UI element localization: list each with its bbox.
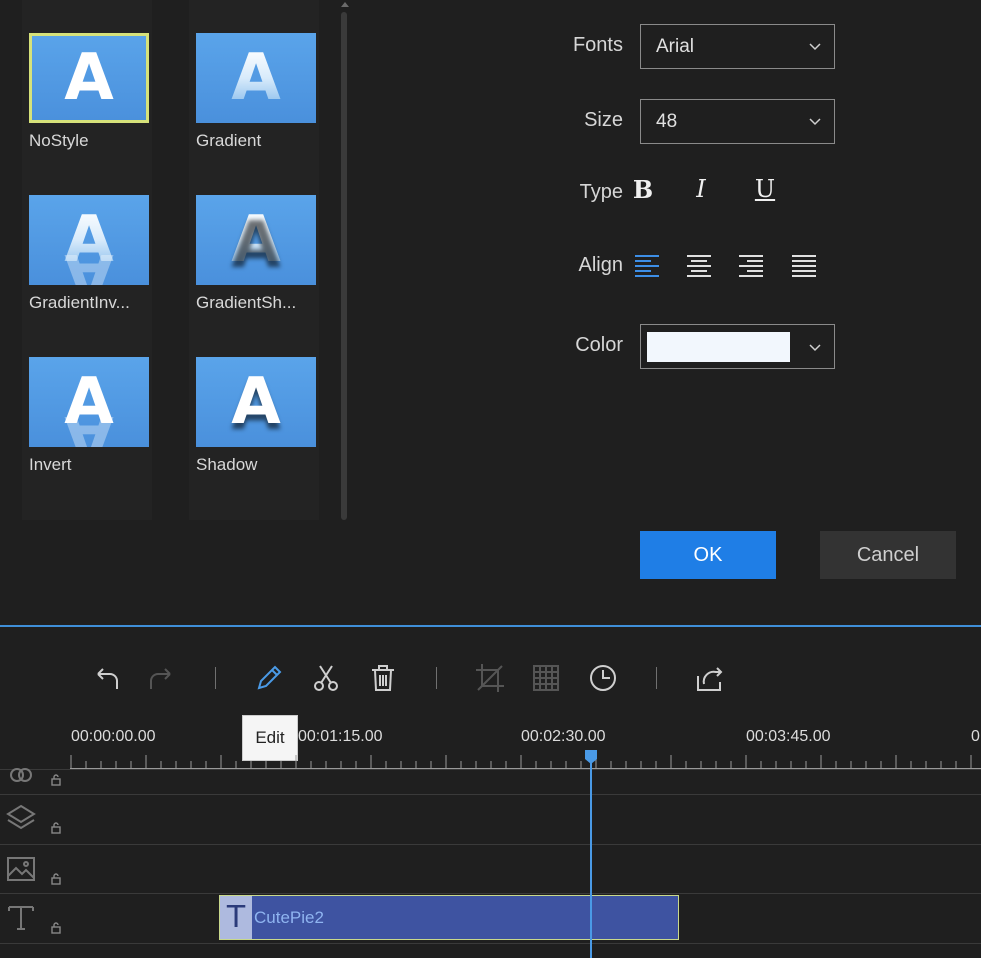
image-track[interactable]: [0, 844, 981, 893]
color-label: Color: [575, 334, 623, 356]
style-label: Shadow: [196, 455, 258, 474]
overlay-track[interactable]: [0, 794, 981, 844]
timecode-label: 00:00:00.00: [71, 728, 156, 745]
size-select-value: 48: [656, 110, 678, 132]
align-right-icon[interactable]: [738, 252, 764, 278]
size-label: Size: [584, 109, 623, 131]
text-track-icon: [8, 906, 34, 930]
style-label: NoStyle: [29, 131, 89, 150]
text-clip[interactable]: T CutePie2: [219, 895, 679, 940]
cut-icon[interactable]: [310, 662, 342, 694]
style-list-scrollbar[interactable]: [341, 12, 347, 520]
style-label: GradientInv...: [29, 293, 130, 312]
letter-a-gradient-icon: A: [196, 33, 316, 123]
timeline-panel: Edit 00:00:00.00 00:01:15.00 00:02:30.00…: [0, 627, 981, 958]
timeline-ruler[interactable]: [70, 755, 981, 769]
align-center-icon[interactable]: [686, 252, 712, 278]
font-select[interactable]: Arial: [640, 24, 835, 69]
letter-a-gradient-shadow-icon: A: [196, 195, 316, 285]
color-picker[interactable]: [640, 324, 835, 369]
style-label: GradientSh...: [196, 293, 297, 312]
style-tile-shadow[interactable]: A Shadow: [196, 357, 318, 475]
style-label: Invert: [29, 455, 72, 474]
thumb-glyph-reflection: A: [64, 239, 114, 285]
style-tile-gradient-shadow[interactable]: A GradientSh...: [196, 195, 318, 313]
toolbar-separator: [656, 667, 657, 689]
size-select[interactable]: 48: [640, 99, 835, 144]
fonts-label: Fonts: [572, 34, 623, 56]
toolbar-separator: [436, 667, 437, 689]
type-label: Type: [579, 181, 623, 203]
playhead-handle[interactable]: [584, 749, 598, 765]
lock-icon[interactable]: [50, 822, 62, 834]
lock-icon[interactable]: [50, 873, 62, 885]
text-style-panel: A NoStyle A Gradient A A GradientInv... …: [0, 0, 981, 625]
undo-icon[interactable]: [90, 662, 122, 694]
edit-icon[interactable]: [253, 662, 285, 694]
bold-button[interactable]: B: [628, 175, 658, 205]
text-clip-icon: T: [220, 896, 252, 939]
style-tile-gradient-invert[interactable]: A A GradientInv...: [29, 195, 151, 313]
effect-track[interactable]: [0, 768, 981, 794]
timecode-label: 00:01:15.00: [298, 728, 383, 745]
duration-icon[interactable]: [587, 662, 619, 694]
letter-a-plain-icon: A: [29, 33, 149, 123]
toolbar-separator: [215, 667, 216, 689]
italic-button[interactable]: I: [686, 175, 716, 205]
letter-a-shadow-icon: A: [196, 357, 316, 447]
chevron-down-icon: [809, 118, 821, 126]
timecode-label: 0: [971, 728, 980, 745]
style-tile-invert[interactable]: A A Invert: [29, 357, 151, 475]
mosaic-icon: [533, 665, 559, 691]
export-icon[interactable]: [694, 662, 726, 694]
align-justify-icon[interactable]: [791, 252, 817, 278]
lock-icon[interactable]: [50, 774, 62, 786]
timecode-label: 00:02:30.00: [521, 728, 606, 745]
thumb-glyph-reflection: A: [64, 401, 114, 447]
thumb-glyph: A: [231, 203, 281, 277]
redo-icon: [150, 668, 171, 689]
cancel-button[interactable]: Cancel: [820, 531, 956, 579]
color-swatch: [647, 331, 790, 362]
chevron-down-icon: [809, 43, 821, 51]
ok-button[interactable]: OK: [640, 531, 776, 579]
align-left-icon[interactable]: [634, 252, 660, 278]
style-tile-gradient[interactable]: A Gradient: [196, 33, 318, 151]
effect-track-icon: [10, 768, 32, 782]
image-track-icon: [7, 857, 35, 881]
underline-button[interactable]: U: [750, 175, 780, 205]
font-select-value: Arial: [656, 35, 695, 57]
letter-a-invert-icon: A A: [29, 357, 149, 447]
playhead[interactable]: [590, 757, 592, 958]
lock-icon[interactable]: [50, 922, 62, 934]
crop-icon: [476, 664, 504, 692]
scroll-up-arrow-icon[interactable]: [340, 0, 350, 8]
chevron-down-icon: [809, 344, 821, 352]
delete-icon[interactable]: [367, 662, 399, 694]
thumb-glyph: A: [64, 41, 114, 115]
align-label: Align: [578, 254, 623, 276]
style-label: Gradient: [196, 131, 262, 150]
letter-a-gradient-invert-icon: A A: [29, 195, 149, 285]
thumb-glyph: A: [231, 365, 281, 439]
timecode-label: 00:03:45.00: [746, 728, 831, 745]
style-tile-nostyle[interactable]: A NoStyle: [29, 33, 151, 151]
thumb-glyph: A: [231, 41, 281, 115]
audio-track[interactable]: [0, 943, 981, 958]
overlay-track-icon: [6, 804, 36, 830]
clip-label: CutePie2: [254, 907, 324, 927]
